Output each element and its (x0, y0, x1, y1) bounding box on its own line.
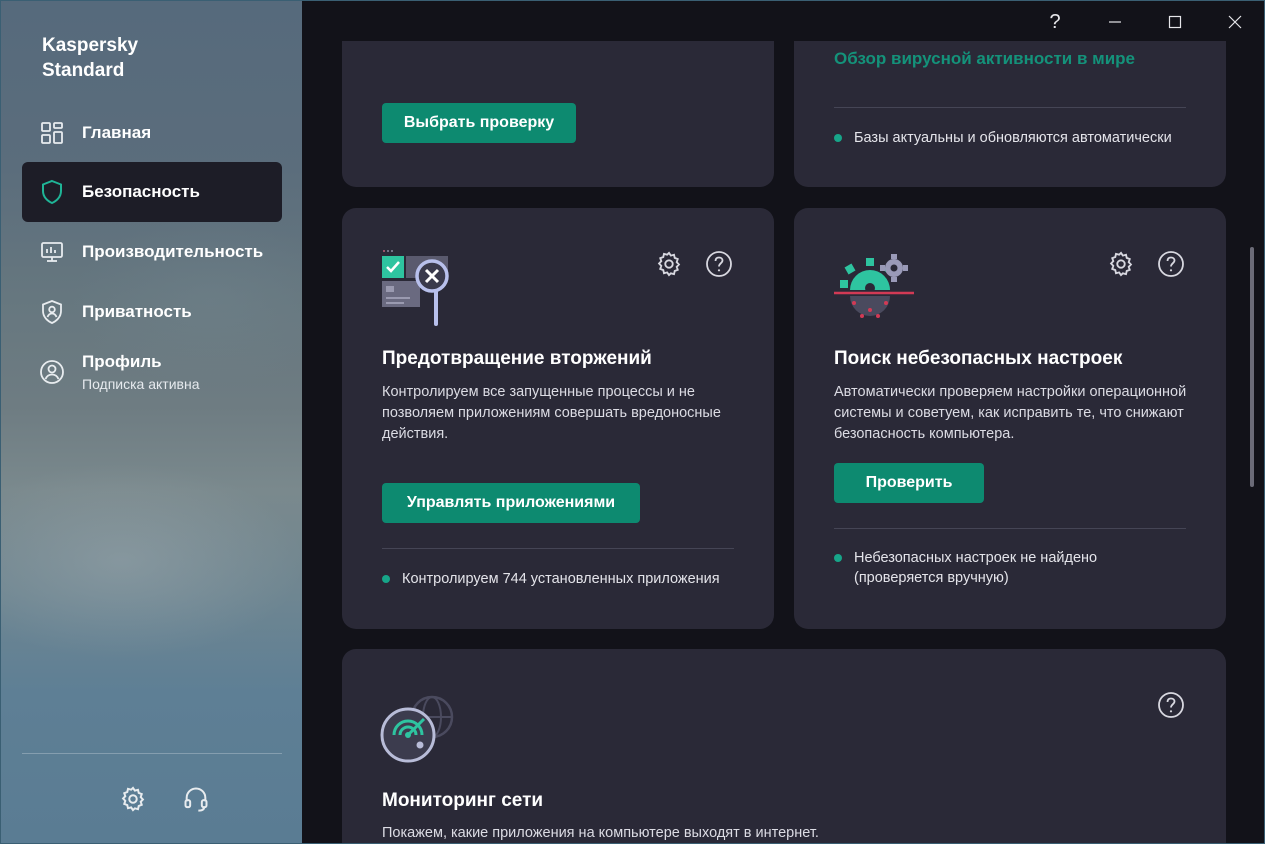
app-brand: Kaspersky Standard (42, 33, 138, 83)
card-title: Поиск небезопасных настроек (834, 348, 1123, 369)
brand-line2: Standard (42, 60, 125, 81)
privacy-shield-icon (39, 299, 65, 325)
sidebar-item-label: Безопасность (82, 182, 200, 201)
maximize-icon (1168, 15, 1182, 29)
apps-status: Контролируем 744 установленных приложени… (382, 569, 720, 589)
status-text: Базы актуальны и обновляются автоматичес… (854, 130, 1172, 146)
help-circle-icon[interactable] (1157, 691, 1185, 719)
gear-icon[interactable] (119, 785, 147, 813)
minimize-button[interactable] (1100, 7, 1130, 37)
help-circle-icon[interactable] (705, 250, 733, 278)
gear-icon[interactable] (655, 250, 683, 278)
minimize-icon (1109, 21, 1121, 23)
settings-status: Небезопасных настроек не найдено (провер… (834, 548, 1134, 588)
intrusion-prevention-card: Предотвращение вторжений Контролируем вс… (342, 208, 774, 629)
brand-line1: Kaspersky (42, 35, 139, 56)
user-icon (39, 359, 65, 385)
sidebar-item-label: Главная (82, 123, 152, 142)
close-icon (1228, 15, 1242, 29)
choose-scan-button[interactable]: Выбрать проверку (382, 103, 576, 143)
card-title: Предотвращение вторжений (382, 348, 652, 369)
card-description: Контролируем все запущенные процессы и н… (382, 384, 721, 442)
sidebar-item-label: Производительность (82, 242, 264, 261)
scrollbar-thumb[interactable] (1250, 247, 1254, 487)
help-circle-icon[interactable] (1157, 250, 1185, 278)
settings-illustration-icon (832, 250, 916, 328)
sidebar-item-security[interactable]: Безопасность (22, 162, 282, 222)
subscription-status: Подписка активна (82, 376, 200, 392)
card-divider (382, 548, 734, 549)
sidebar-item-performance[interactable]: Производительность (22, 222, 282, 282)
network-monitor-card: Мониторинг сети Покажем, какие приложени… (342, 649, 1226, 843)
virus-activity-link[interactable]: Обзор вирусной активности в мире (834, 49, 1135, 69)
card-divider (834, 107, 1186, 108)
manage-apps-button[interactable]: Управлять приложениями (382, 483, 640, 523)
status-text: Контролируем 744 установленных приложени… (402, 571, 720, 587)
intrusion-illustration-icon (380, 248, 460, 328)
maximize-button[interactable] (1160, 7, 1190, 37)
status-dot (382, 575, 390, 583)
sidebar: Kaspersky Standard Главная Безопасность (1, 1, 302, 843)
profile-text: Профиль Подписка активна (82, 352, 199, 392)
virus-activity-card: Обзор вирусной активности в мире Базы ак… (794, 41, 1226, 187)
dashboard-icon (39, 120, 65, 146)
scan-card: Выбрать проверку (342, 41, 774, 187)
sidebar-item-profile[interactable]: Профиль Подписка активна (22, 342, 282, 402)
close-button[interactable] (1220, 7, 1250, 37)
card-description: Автоматически проверяем настройки операц… (834, 384, 1187, 442)
sidebar-item-label: Приватность (82, 302, 192, 321)
sidebar-item-privacy[interactable]: Приватность (22, 282, 282, 342)
card-divider (834, 528, 1186, 529)
app-window: Kaspersky Standard Главная Безопасность (0, 0, 1265, 844)
sidebar-divider (22, 753, 282, 754)
shield-icon (39, 179, 65, 205)
card-description: Покажем, какие приложения на компьютере … (382, 825, 819, 841)
network-radar-icon (380, 693, 456, 769)
card-title: Мониторинг сети (382, 790, 544, 811)
headset-icon[interactable] (182, 785, 210, 813)
monitor-icon (39, 239, 65, 265)
gear-icon[interactable] (1107, 250, 1135, 278)
status-dot (834, 554, 842, 562)
sidebar-item-home[interactable]: Главная (22, 103, 282, 163)
status-text: Небезопасных настроек не найдено (провер… (854, 550, 1098, 586)
database-status: Базы актуальны и обновляются автоматичес… (834, 128, 1172, 148)
help-button[interactable]: ? (1040, 7, 1070, 37)
unsafe-settings-card: Поиск небезопасных настроек Автоматическ… (794, 208, 1226, 629)
check-settings-button[interactable]: Проверить (834, 463, 984, 503)
sidebar-item-label: Профиль (82, 352, 162, 371)
status-dot (834, 134, 842, 142)
